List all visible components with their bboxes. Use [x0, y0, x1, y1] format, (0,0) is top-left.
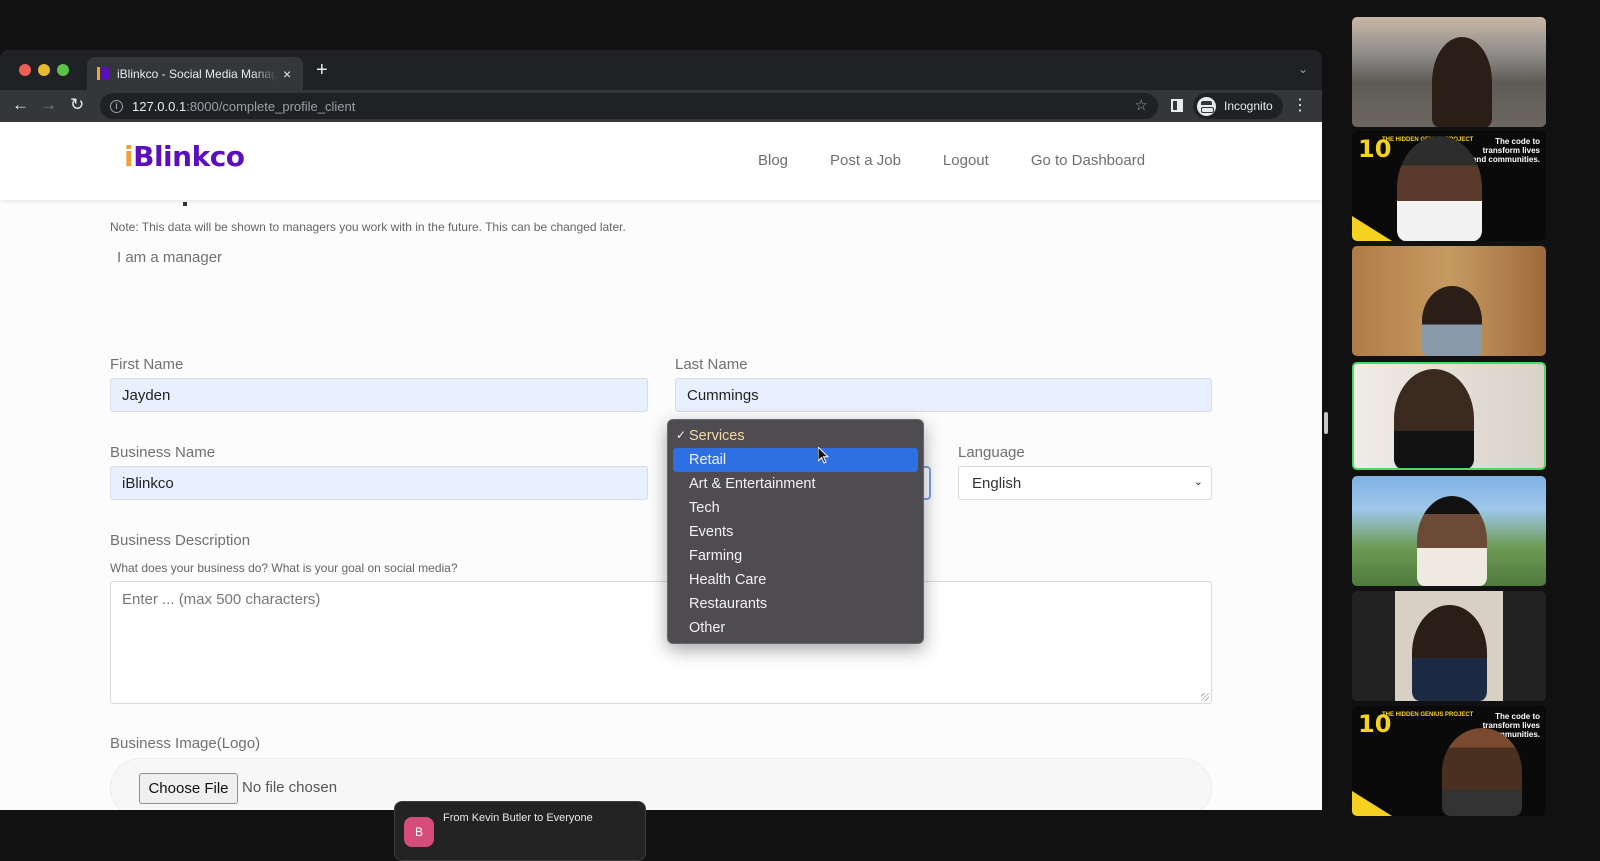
dropdown-option-retail[interactable]: Retail — [673, 448, 918, 472]
participant-silhouette — [1417, 496, 1487, 586]
site-header: iBlinkco Blog Post a Job Logout Go to Da… — [0, 122, 1322, 200]
dropdown-option-health-care[interactable]: Health Care — [673, 568, 918, 592]
dropdown-option-art-entertainment[interactable]: Art & Entertainment — [673, 472, 918, 496]
business-description-textarea[interactable]: Enter ... (max 500 characters) — [110, 581, 1212, 704]
first-name-label: First Name — [110, 356, 184, 373]
nav-post-job-link[interactable]: Post a Job — [830, 152, 901, 169]
site-info-icon[interactable]: i — [110, 99, 123, 113]
option-label: Other — [689, 620, 726, 636]
close-window-button[interactable] — [19, 64, 31, 76]
reload-button[interactable]: ↻ — [70, 95, 84, 115]
last-name-label: Last Name — [675, 356, 748, 373]
minimize-window-button[interactable] — [38, 64, 50, 76]
browser-window: iBlinkco - Social Media Manager × + ⌄ ← … — [0, 50, 1322, 810]
language-select[interactable]: English ⌄ — [958, 466, 1212, 500]
dropdown-option-services[interactable]: ✓ Services — [673, 424, 918, 448]
banner-corner-shape — [1352, 216, 1392, 241]
nav-blog-link[interactable]: Blog — [758, 152, 788, 169]
incognito-icon — [1197, 96, 1216, 116]
dropdown-option-tech[interactable]: Tech — [673, 496, 918, 520]
role-text: I am a manager — [117, 249, 223, 266]
participant-silhouette — [1432, 37, 1492, 127]
business-name-input[interactable]: iBlinkco — [110, 466, 648, 500]
logo-i: i — [124, 140, 134, 173]
participant-silhouette — [1422, 286, 1482, 356]
maximize-window-button[interactable] — [57, 64, 69, 76]
dropdown-option-other[interactable]: Other — [673, 616, 918, 640]
choose-file-button[interactable]: Choose File — [139, 773, 238, 804]
participant-silhouette — [1394, 369, 1474, 468]
page-heading-fragment — [183, 202, 187, 206]
participant-video-tile[interactable] — [1352, 476, 1546, 586]
chevron-down-icon: ⌄ — [1193, 476, 1203, 488]
chat-notification-text: From Kevin Butler to Everyone — [443, 812, 593, 824]
dropdown-option-events[interactable]: Events — [673, 520, 918, 544]
participant-video-tile[interactable] — [1352, 591, 1546, 701]
option-label: Art & Entertainment — [689, 476, 816, 492]
participant-video-tile[interactable] — [1352, 246, 1546, 356]
side-panel-icon[interactable] — [1171, 99, 1183, 112]
first-name-input[interactable]: Jayden — [110, 378, 648, 412]
tab-search-icon[interactable]: ⌄ — [1298, 62, 1308, 76]
textarea-placeholder: Enter ... (max 500 characters) — [122, 591, 321, 608]
language-label: Language — [958, 444, 1025, 461]
url-path: :8000/complete_profile_client — [186, 98, 356, 114]
site-nav: Blog Post a Job Logout Go to Dashboard — [758, 152, 1145, 169]
incognito-profile-button[interactable]: Incognito — [1193, 93, 1283, 119]
nav-dashboard-link[interactable]: Go to Dashboard — [1031, 152, 1145, 169]
browser-toolbar: ← → ↻ i 127.0.0.1 :8000/complete_profile… — [0, 90, 1322, 122]
tab-bar: iBlinkco - Social Media Manager × + ⌄ — [0, 50, 1322, 90]
avatar: B — [404, 817, 434, 847]
new-tab-button[interactable]: + — [316, 60, 328, 80]
option-label: Events — [689, 524, 734, 540]
resize-grip-icon[interactable] — [1201, 693, 1209, 701]
checkmark-icon: ✓ — [676, 428, 687, 442]
language-value: English — [972, 474, 1022, 492]
participant-silhouette — [1442, 728, 1522, 816]
business-name-label: Business Name — [110, 444, 216, 461]
participant-video-tile[interactable] — [1352, 17, 1546, 127]
business-description-helper: What does your business do? What is your… — [110, 561, 458, 575]
chat-notification[interactable]: B From Kevin Butler to Everyone — [394, 801, 646, 861]
option-label: Retail — [689, 452, 727, 468]
option-label: Health Care — [689, 572, 767, 588]
logo-text: Blinkco — [133, 140, 245, 173]
address-bar[interactable]: i 127.0.0.1 :8000/complete_profile_clien… — [100, 93, 1158, 119]
incognito-label: Incognito — [1224, 99, 1273, 113]
business-image-upload: Choose File No file chosen — [110, 758, 1212, 810]
participant-silhouette — [1397, 136, 1482, 241]
url-host: 127.0.0.1 — [132, 98, 187, 114]
browser-tab-active[interactable]: iBlinkco - Social Media Manager × — [87, 57, 303, 90]
back-button[interactable]: ← — [12, 95, 29, 115]
dropdown-option-restaurants[interactable]: Restaurants — [673, 592, 918, 616]
business-description-label: Business Description — [110, 532, 251, 549]
bookmark-star-icon[interactable]: ☆ — [1135, 96, 1148, 114]
site-logo[interactable]: iBlinkco — [124, 140, 245, 173]
business-image-label: Business Image(Logo) — [110, 735, 261, 752]
panel-resize-handle[interactable] — [1324, 412, 1328, 434]
favicon-icon — [97, 67, 110, 80]
participant-silhouette — [1412, 605, 1487, 701]
participant-video-tile[interactable]: 10 THE HIDDEN GENIUS PROJECT The code to… — [1352, 706, 1546, 816]
banner-tagline: The code to transform lives and communit… — [1471, 137, 1540, 164]
option-label: Restaurants — [689, 596, 768, 612]
option-label: Tech — [689, 500, 720, 516]
nav-logout-link[interactable]: Logout — [943, 152, 989, 169]
business-type-dropdown-menu: ✓ Services Retail Art & Entertainment Te… — [667, 419, 924, 644]
tab-title: iBlinkco - Social Media Manager — [117, 66, 277, 81]
option-label: Farming — [689, 548, 743, 564]
file-status-text: No file chosen — [242, 779, 338, 796]
web-page: iBlinkco Blog Post a Job Logout Go to Da… — [0, 122, 1322, 810]
banner-corner-shape — [1352, 791, 1392, 816]
option-label: Services — [689, 428, 745, 444]
participant-video-tile-active-speaker[interactable] — [1352, 362, 1546, 470]
close-tab-icon[interactable]: × — [283, 66, 291, 82]
forward-button[interactable]: → — [40, 95, 57, 115]
dropdown-option-farming[interactable]: Farming — [673, 544, 918, 568]
last-name-input[interactable]: Cummings — [675, 378, 1212, 412]
browser-menu-icon[interactable]: ⋮ — [1292, 96, 1308, 116]
banner-org: THE HIDDEN GENIUS PROJECT — [1382, 712, 1474, 718]
participant-video-tile[interactable]: 10 THE HIDDEN GENIUS PROJECT The code to… — [1352, 131, 1546, 241]
profile-note: Note: This data will be shown to manager… — [110, 220, 626, 234]
